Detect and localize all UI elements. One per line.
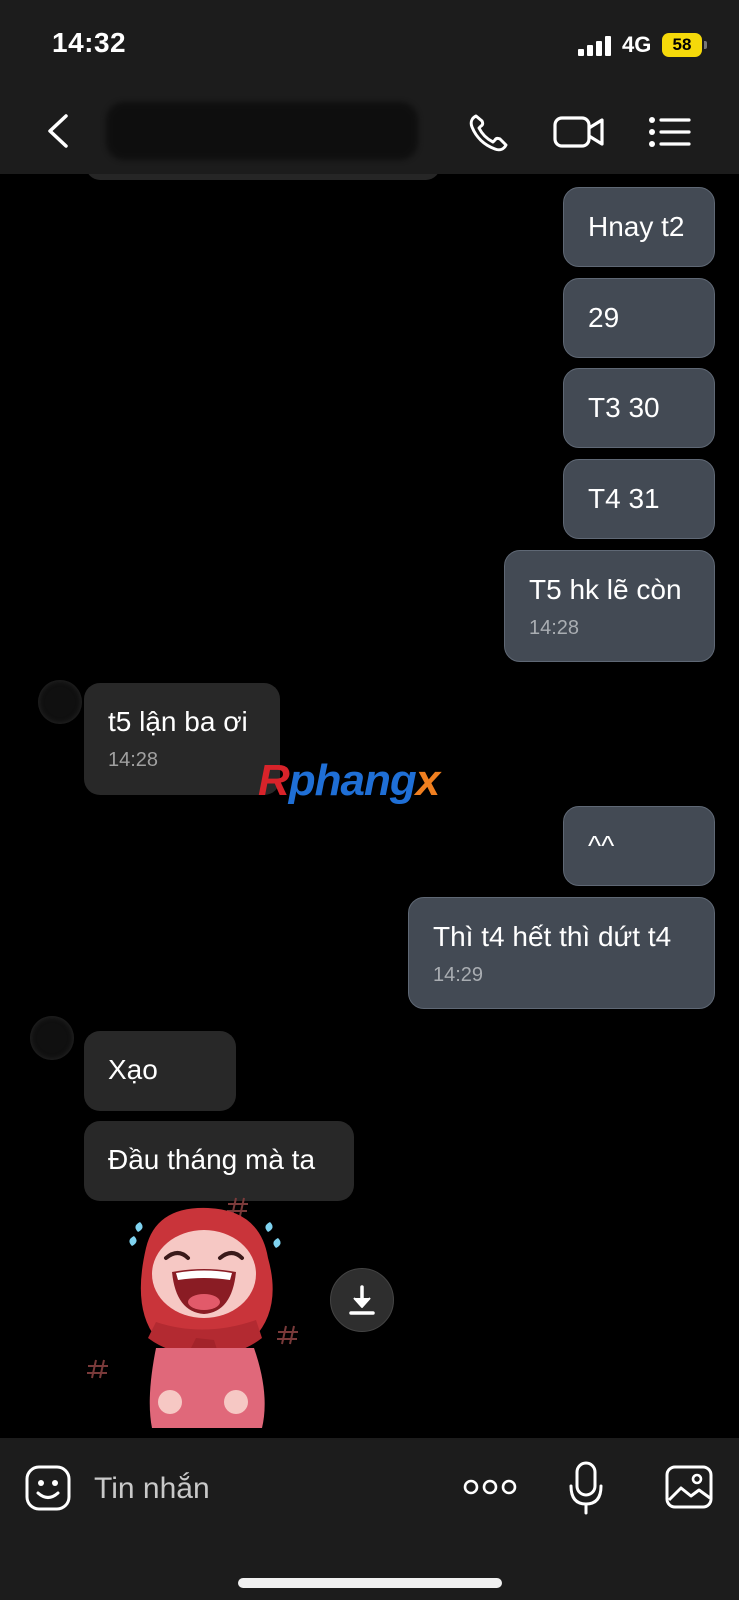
message-text: 29 xyxy=(588,302,620,333)
outgoing-message[interactable]: ^^ xyxy=(563,806,715,886)
message-text: T4 31 xyxy=(588,483,660,514)
download-icon xyxy=(349,1285,375,1315)
outgoing-message[interactable]: 29 xyxy=(563,278,715,358)
message-time: 14:28 xyxy=(529,617,580,639)
video-call-button[interactable] xyxy=(552,110,606,154)
status-time: 14:32 xyxy=(52,27,127,58)
outgoing-message[interactable]: Thì t4 hết thì dứt t4 14:29 xyxy=(408,897,715,1009)
message-text: T5 hk lẽ còn xyxy=(529,574,682,605)
smiley-icon xyxy=(25,1465,71,1511)
outgoing-message[interactable]: Hnay t2 xyxy=(563,187,715,267)
photo-button[interactable] xyxy=(664,1464,714,1510)
outgoing-message[interactable]: T4 31 xyxy=(563,459,715,539)
signal-strength-icon xyxy=(578,36,614,56)
menu-button[interactable] xyxy=(646,110,694,154)
message-time: 14:28 xyxy=(108,749,159,771)
message-input[interactable] xyxy=(92,1466,426,1512)
outgoing-message[interactable]: T5 hk lẽ còn 14:28 xyxy=(504,550,715,662)
chevron-left-icon xyxy=(48,114,68,148)
back-button[interactable] xyxy=(40,110,76,152)
download-button[interactable] xyxy=(330,1268,394,1332)
more-options-button[interactable] xyxy=(462,1472,518,1502)
phone-icon xyxy=(469,114,508,152)
chat-header xyxy=(0,88,739,174)
network-type: 4G xyxy=(622,32,652,57)
battery-cap xyxy=(704,41,707,49)
incoming-message[interactable]: t5 lận ba ơi 14:28 xyxy=(84,683,280,795)
message-text: Thì t4 hết thì dứt t4 xyxy=(433,921,672,952)
message-text: t5 lận ba ơi xyxy=(108,706,248,737)
message-list[interactable]: Hnay t2 29 T3 30 T4 31 T5 hk lẽ còn 14:2… xyxy=(0,174,739,1438)
avatar[interactable] xyxy=(38,680,82,724)
voice-message-button[interactable] xyxy=(568,1460,604,1516)
video-camera-icon xyxy=(553,116,604,148)
crying-sticker-image[interactable] xyxy=(86,1188,316,1438)
message-text: Đầu tháng mà ta xyxy=(108,1144,316,1175)
message-composer xyxy=(0,1438,739,1600)
more-dots-icon xyxy=(463,1479,517,1495)
sticker-button[interactable] xyxy=(24,1464,72,1512)
message-text: ^^ xyxy=(588,830,615,861)
battery-icon: 58 xyxy=(662,33,702,57)
watermark-logo: Rphangx xyxy=(258,756,440,805)
message-time: 14:29 xyxy=(433,964,484,986)
message-text: Xạo xyxy=(108,1054,158,1085)
avatar[interactable] xyxy=(30,1016,74,1060)
home-indicator[interactable] xyxy=(238,1578,502,1588)
outgoing-message[interactable]: T3 30 xyxy=(563,368,715,448)
previous-message-bubble[interactable] xyxy=(86,174,440,180)
incoming-message[interactable]: Xạo xyxy=(84,1031,236,1111)
redaction-mark xyxy=(106,102,418,160)
message-text: Hnay t2 xyxy=(588,211,685,242)
call-button[interactable] xyxy=(466,110,514,154)
message-text: T3 30 xyxy=(588,392,660,423)
status-bar: 14:32 4G 58 xyxy=(0,0,739,88)
image-icon xyxy=(665,1465,713,1509)
list-icon xyxy=(649,117,691,147)
microphone-icon xyxy=(569,1461,603,1515)
